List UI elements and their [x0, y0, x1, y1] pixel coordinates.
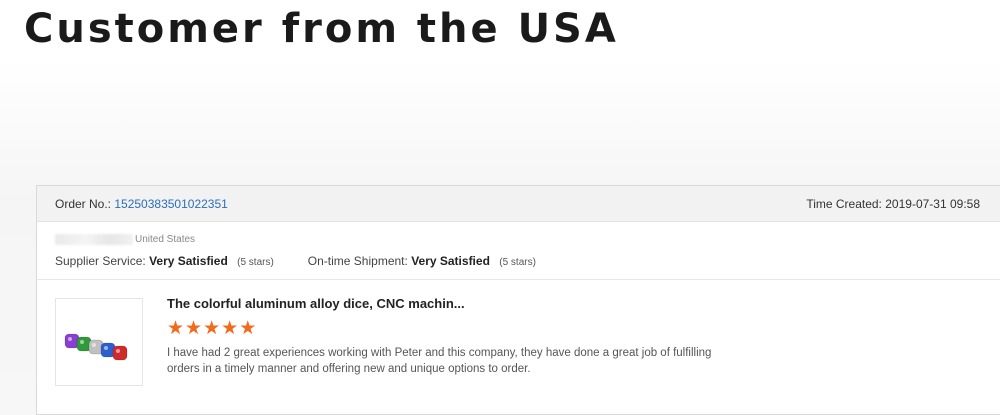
- star-icon: ★: [239, 318, 257, 339]
- shipment-label: On-time Shipment:: [307, 254, 408, 268]
- card-header: Order No.: 15250383501022351 Time Create…: [37, 186, 1000, 222]
- die-highlight: [68, 337, 72, 341]
- colorful-dice-icon: [64, 333, 128, 361]
- supplier-service-rating: Supplier Service: Very Satisfied (5 star…: [55, 254, 274, 268]
- review-text: I have had 2 great experiences working w…: [167, 345, 767, 377]
- product-feedback: The colorful aluminum alloy dice, CNC ma…: [37, 280, 1000, 386]
- shipment-value: Very Satisfied: [411, 254, 490, 268]
- time-created: Time Created: 2019-07-31 09:58: [806, 197, 980, 211]
- buyer-meta: United States Supplier Service: Very Sat…: [37, 222, 1000, 280]
- star-icon: ★: [221, 318, 239, 339]
- supplier-service-value: Very Satisfied: [149, 254, 228, 268]
- ratings-row: Supplier Service: Very Satisfied (5 star…: [55, 254, 982, 268]
- star-icon: ★: [185, 318, 203, 339]
- review-line-1: I have had 2 great experiences working w…: [167, 347, 712, 359]
- review-line-2: orders in a timely manner and offering n…: [167, 363, 531, 375]
- die-highlight: [92, 343, 96, 347]
- die-shape: [112, 345, 128, 361]
- supplier-service-label: Supplier Service:: [55, 254, 146, 268]
- buyer-row: United States: [55, 232, 982, 246]
- blurred-buyer-name: [55, 233, 133, 245]
- buyer-country: United States: [135, 233, 196, 245]
- order-no-label: Order No.:: [55, 196, 112, 211]
- shipment-rating: On-time Shipment: Very Satisfied (5 star…: [308, 254, 536, 268]
- star-rating: ★ ★ ★ ★ ★: [167, 319, 767, 339]
- feedback-card: Order No.: 15250383501022351 Time Create…: [36, 185, 1000, 415]
- order-no-link[interactable]: 15250383501022351: [114, 197, 227, 211]
- die-highlight: [116, 349, 120, 353]
- page-headline: Customer from the USA: [24, 6, 619, 52]
- time-created-value: 2019-07-31 09:58: [885, 196, 980, 211]
- time-created-label: Time Created:: [806, 196, 882, 211]
- product-thumbnail[interactable]: [55, 298, 143, 386]
- die-highlight: [80, 340, 84, 344]
- star-icon: ★: [203, 318, 221, 339]
- product-title[interactable]: The colorful aluminum alloy dice, CNC ma…: [167, 295, 767, 313]
- product-info: The colorful aluminum alloy dice, CNC ma…: [167, 295, 767, 386]
- star-icon: ★: [167, 318, 185, 339]
- shipment-stars: (5 stars): [499, 257, 536, 268]
- supplier-service-stars: (5 stars): [237, 257, 274, 268]
- die-highlight: [104, 346, 108, 350]
- order-number: Order No.: 15250383501022351: [55, 197, 228, 211]
